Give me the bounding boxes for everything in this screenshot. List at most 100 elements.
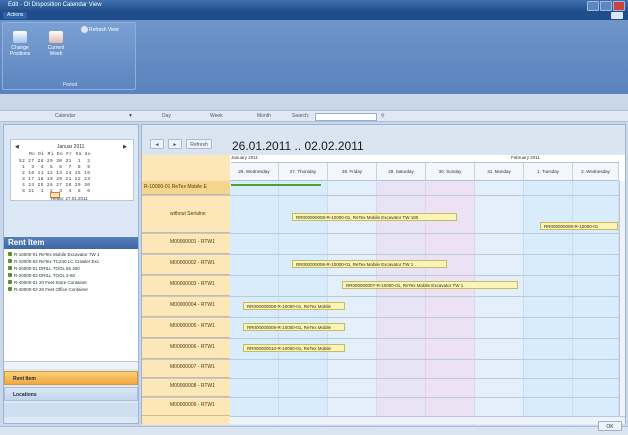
weekday-row: Mo Di Mi Do Fr Sa So xyxy=(29,152,92,157)
day-header[interactable]: 31. Monday xyxy=(475,163,524,181)
item-icon xyxy=(8,266,12,270)
resource-row[interactable]: M00000005 - RTW1 xyxy=(142,317,230,338)
tree-item[interactable]: R-40000-01 20 Feet Store Container xyxy=(8,280,87,285)
day-column[interactable] xyxy=(573,181,619,425)
tree-item[interactable]: R-10000-01 ReTex Mobile Excavator TW 1 xyxy=(8,252,99,257)
help-button[interactable] xyxy=(611,12,623,19)
resource-row[interactable]: M00000006 - RTW1 xyxy=(142,338,230,359)
item-icon xyxy=(8,287,12,291)
forward-button[interactable]: ► xyxy=(168,139,182,149)
row-divider xyxy=(142,359,625,360)
row-divider xyxy=(142,317,625,318)
calendar-week-row[interactable]: 4 24 25 26 27 28 29 30 xyxy=(19,183,90,188)
day-header[interactable]: 27. Thursday xyxy=(279,163,328,181)
day-header[interactable]: 28. Friday xyxy=(328,163,377,181)
current-week-button[interactable]: Current Week xyxy=(43,31,69,57)
period-group: Change Positions Current Week Refresh Vi… xyxy=(2,22,136,90)
calendar-icon xyxy=(49,31,63,43)
calendar-week-row[interactable]: 2 10 11 12 13 14 15 16 xyxy=(19,171,90,176)
change-positions-button[interactable]: Change Positions xyxy=(7,31,33,57)
actions-menu-button[interactable]: Actions xyxy=(3,12,28,19)
week-view-button[interactable]: Week xyxy=(210,113,223,119)
refresh-button[interactable]: Refresh xyxy=(186,139,212,149)
tree-item[interactable]: R-20000-01 DRILL TOOL 55 400 xyxy=(8,266,80,271)
resource-row[interactable]: M00000008 - RTW1 xyxy=(142,378,230,397)
nav-pane-footer xyxy=(4,403,138,417)
appointment[interactable]: RR000000007-R-10000-01, ReTex Mobile Exc… xyxy=(342,281,518,289)
item-icon xyxy=(8,259,12,263)
appointment[interactable]: RR000000008-R-10000-01 xyxy=(540,222,618,230)
day-header[interactable]: 29. Saturday xyxy=(377,163,426,181)
calendar-tab[interactable]: Calendar xyxy=(55,113,75,119)
ribbon-group-label: Period xyxy=(62,82,78,88)
tree-item[interactable]: R-40000-02 20 Feet Office Container xyxy=(8,287,88,292)
ribbon: Change Positions Current Week Refresh Vi… xyxy=(0,20,628,94)
minimize-button[interactable] xyxy=(587,1,599,11)
ok-button[interactable]: OK xyxy=(598,421,622,431)
tree-horizontal-scrollbar[interactable] xyxy=(4,361,138,369)
scheduler-vertical-scrollbar[interactable] xyxy=(619,181,625,417)
rent-item-header: Rent Item xyxy=(4,237,138,249)
row-divider xyxy=(142,195,625,196)
scheduler-header: ◄ ► Refresh 26.01.2011 .. 02.02.2011 xyxy=(142,125,625,155)
appointment[interactable]: RR000000010-R-10000-01, ReTex Mobile xyxy=(243,344,345,352)
appointment[interactable]: RR000000008-R-10000-01, ReTex Mobile Exc… xyxy=(292,213,457,221)
window-title: Edit - OI Disposition Calendar View xyxy=(8,2,102,8)
calendar-month-label: Januar 2011 xyxy=(57,144,85,150)
back-button[interactable]: ◄ xyxy=(150,139,164,149)
prev-month-icon[interactable]: ◀ xyxy=(15,144,19,150)
resource-row[interactable]: M00000007 - RTW1 xyxy=(142,359,230,378)
chevron-down-icon[interactable]: ▼ xyxy=(128,113,133,119)
day-column[interactable] xyxy=(524,181,573,425)
row-divider xyxy=(142,378,625,379)
locations-nav-button[interactable]: Locations xyxy=(4,387,138,401)
day-header[interactable]: 1. Tuesday xyxy=(524,163,573,181)
refresh-view-button[interactable]: Refresh View xyxy=(89,27,119,33)
search-label: Search: xyxy=(292,113,310,119)
row-divider xyxy=(142,254,625,255)
row-divider xyxy=(142,233,625,234)
item-icon xyxy=(8,252,12,256)
row-divider xyxy=(142,296,625,297)
tree-item[interactable]: R-20000-02 DRILL TOOL 2-60 xyxy=(8,273,75,278)
day-header[interactable]: 26. Wednesday xyxy=(230,163,279,181)
rent-item-nav-button[interactable]: Rent Item xyxy=(4,371,138,385)
appointment[interactable]: RR000000009-R-10000-01, ReTex Mobile xyxy=(243,323,345,331)
appointment[interactable]: RR000000006-R-10000-01, ReTex Mobile Exc… xyxy=(292,260,447,268)
resource-row[interactable]: M00000009 - RTW1 xyxy=(142,397,230,416)
next-month-icon[interactable]: ▶ xyxy=(123,144,127,150)
scheduler-horizontal-scrollbar[interactable] xyxy=(230,416,625,424)
change-positions-label: Change Positions xyxy=(9,45,31,57)
date-range-title: 26.01.2011 .. 02.02.2011 xyxy=(232,139,364,153)
menu-bar: Actions xyxy=(0,11,628,20)
calendar-week-row[interactable]: 3 17 18 19 20 21 22 23 xyxy=(19,177,90,182)
rent-item-tree: R-10000-01 ReTex Mobile Excavator TW 1 R… xyxy=(4,249,138,369)
resource-row[interactable]: M00000002 - RTW1 xyxy=(142,254,230,275)
calendar-week-row[interactable]: 1 3 4 5 6 7 8 9 xyxy=(19,165,90,170)
calendar-week-row[interactable]: 52 27 28 29 30 31 1 2 xyxy=(19,159,90,164)
row-divider xyxy=(142,275,625,276)
row-divider xyxy=(142,338,625,339)
tree-item[interactable]: R-10000-02 ReTex TC240 LC Crawler Exc xyxy=(8,259,99,264)
view-toolbar: Calendar ▼ Day Week Month Search: ⚲ xyxy=(0,110,628,122)
resource-row[interactable]: M00000003 - RTW1 xyxy=(142,275,230,296)
day-column[interactable] xyxy=(475,181,524,425)
calendar-week-row[interactable]: 5 31 1 2 3 4 5 6 xyxy=(19,189,90,194)
day-header[interactable]: 2. Wednesday xyxy=(573,163,619,181)
availability-bar xyxy=(231,184,321,186)
today-label[interactable]: Heute: 27.01.2011 xyxy=(51,196,88,201)
mini-calendar[interactable]: ◀ Januar 2011 ▶ Mo Di Mi Do Fr Sa So 52 … xyxy=(10,139,134,201)
month-view-button[interactable]: Month xyxy=(257,113,271,119)
appointment[interactable]: RR000000008-R-10000-01, ReTex Mobile xyxy=(243,302,345,310)
search-input[interactable] xyxy=(315,113,377,121)
close-button[interactable] xyxy=(613,1,625,11)
maximize-button[interactable] xyxy=(600,1,612,11)
resource-row[interactable]: M00000001 - RTW1 xyxy=(142,233,230,254)
resource-group-row[interactable]: R-10000-01 ReTex Mobile E xyxy=(142,181,230,195)
day-view-button[interactable]: Day xyxy=(162,113,171,119)
resource-row[interactable]: M00000004 - RTW1 xyxy=(142,296,230,317)
resource-row[interactable]: without Serialno xyxy=(142,195,230,233)
day-header[interactable]: 30. Sunday xyxy=(426,163,475,181)
search-icon[interactable]: ⚲ xyxy=(381,113,385,119)
change-positions-icon xyxy=(13,31,27,43)
